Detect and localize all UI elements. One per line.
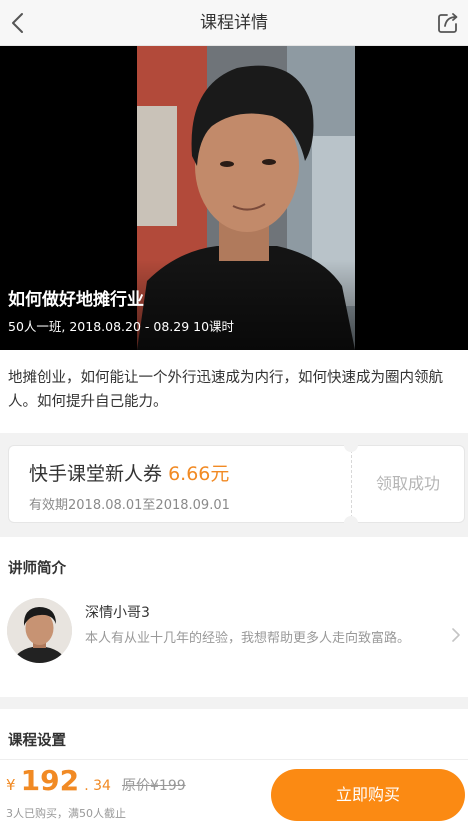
sales-note: 3人已购买，满50人截止 <box>6 807 126 820</box>
course-cover[interactable]: 如何做好地摊行业 50人一班, 2018.08.20 - 08.29 10课时 <box>0 46 468 350</box>
price-decimal: . 34 <box>84 778 111 794</box>
coupon-name-line: 快手课堂新人券 6.66元 <box>29 459 229 486</box>
teacher-intro-card: 讲师简介 深情小哥3 本人有从业十几年的经验，我想帮助更多人走向致富路。 <box>0 537 468 697</box>
price-integer: 192 <box>20 764 80 797</box>
settings-section-title: 课程设置 <box>8 733 66 749</box>
buy-now-button[interactable]: 立即购买 <box>271 769 465 821</box>
teacher-detail-arrow[interactable] <box>450 627 462 643</box>
course-description-card: 地摊创业，如何能让一个外行迅速成为内行，如何快速成为圈内领航人。如何提升自己能力… <box>0 350 468 433</box>
course-description: 地摊创业，如何能让一个外行迅速成为内行，如何快速成为圈内领航人。如何提升自己能力… <box>8 370 443 410</box>
top-navigation-bar: 课程详情 <box>0 0 468 46</box>
coupon-claim-button[interactable]: 领取成功 <box>351 445 465 523</box>
course-title: 如何做好地摊行业 <box>8 290 144 310</box>
price-line: ¥ 192 . 34 原价¥199 <box>6 764 186 797</box>
share-icon <box>438 13 458 33</box>
teacher-name[interactable]: 深情小哥3 <box>85 602 150 622</box>
coupon-amount: 6.66元 <box>168 463 230 485</box>
share-button[interactable] <box>432 7 464 39</box>
coupon-notch-top <box>344 438 358 452</box>
course-meta: 50人一班, 2018.08.20 - 08.29 10课时 <box>8 319 235 334</box>
teacher-bio: 本人有从业十几年的经验，我想帮助更多人走向致富路。 <box>85 631 411 646</box>
teacher-section-title: 讲师简介 <box>8 561 66 577</box>
teacher-avatar[interactable] <box>7 598 72 663</box>
currency-symbol: ¥ <box>6 776 16 794</box>
coupon-info: 快手课堂新人券 6.66元 有效期2018.08.01至2018.09.01 <box>8 445 351 523</box>
course-settings-card: 课程设置 <box>0 709 468 759</box>
purchase-bar: ¥ 192 . 34 原价¥199 3人已购买，满50人截止 立即购买 <box>0 759 468 828</box>
coupon-card: 快手课堂新人券 6.66元 有效期2018.08.01至2018.09.01 领… <box>8 438 465 530</box>
coupon-status: 领取成功 <box>375 474 440 493</box>
coupon-notch-bottom <box>344 516 358 530</box>
page-title: 课程详情 <box>200 13 268 33</box>
chevron-right-icon <box>452 628 460 642</box>
coupon-section: 快手课堂新人券 6.66元 有效期2018.08.01至2018.09.01 领… <box>0 433 468 537</box>
original-price: 原价¥199 <box>122 778 186 794</box>
coupon-validity: 有效期2018.08.01至2018.09.01 <box>29 498 230 513</box>
coupon-name: 快手课堂新人券 <box>29 463 163 485</box>
